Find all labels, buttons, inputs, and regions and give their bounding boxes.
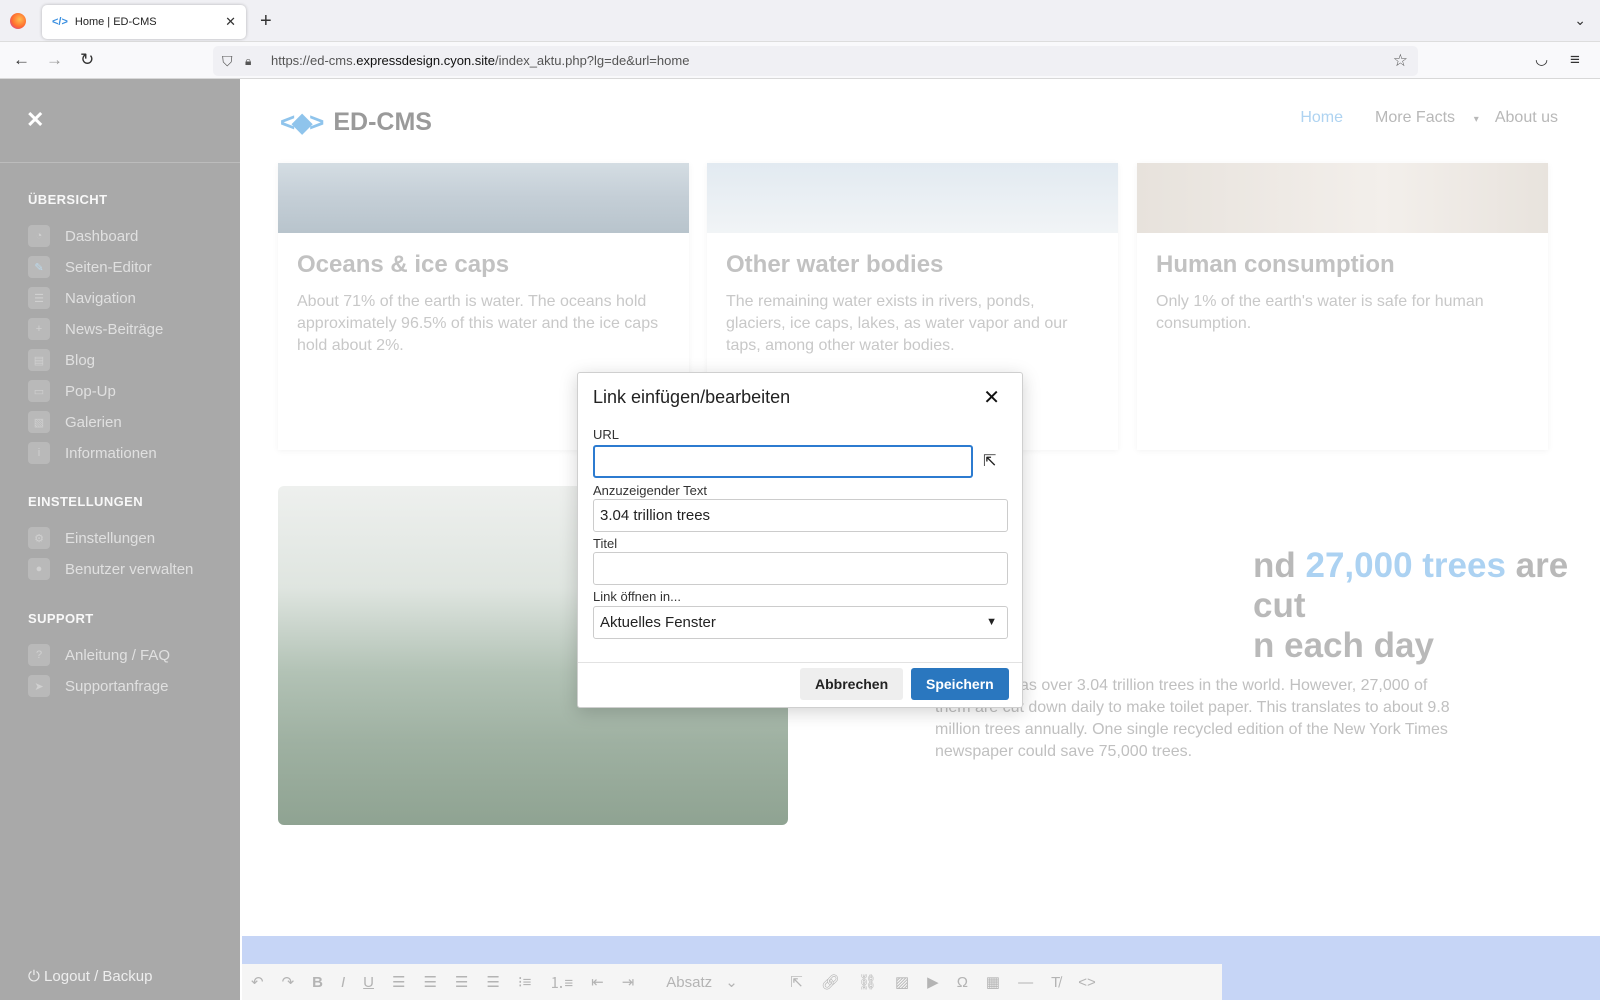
reload-icon[interactable]: ↻ [80,50,94,70]
bookmark-star-icon[interactable]: ☆ [1393,46,1408,76]
lock-icon[interactable]: 🔒︎ [245,46,251,76]
back-icon[interactable]: ← [13,50,30,70]
target-select-value: Aktuelles Fenster [600,614,716,631]
url-input[interactable] [593,445,973,478]
pocket-icon[interactable]: ◡ [1535,50,1548,70]
hamburger-menu-icon[interactable]: ≡ [1570,50,1580,70]
target-label: Link öffnen in... [593,589,681,604]
target-select[interactable]: Aktuelles Fenster ▼ [593,606,1008,639]
url-label: URL [593,427,620,442]
list-tabs-icon[interactable]: ⌄ [1574,12,1586,29]
browser-tab-strip: </> Home | ED-CMS ✕ + ⌄ [0,0,1600,42]
forward-icon[interactable]: → [46,50,63,70]
browse-link-icon[interactable]: ⇱ [983,451,996,471]
display-text-label: Anzuzeigender Text [593,483,707,498]
close-icon[interactable]: ✕ [983,385,1000,410]
title-label: Titel [593,536,618,551]
tab-title: Home | ED-CMS [74,16,157,28]
url-domain: expressdesign.cyon.site [356,53,495,68]
firefox-icon [10,13,26,29]
tab-favicon-icon: </> [52,16,68,28]
browser-toolbar: ← → ↻ ⛉ 🔒︎ https://ed-cms.expressdesign.… [0,42,1600,79]
url-path: /index_aktu.php?lg=de&url=home [495,53,690,68]
cancel-button[interactable]: Abbrechen [800,668,904,700]
title-input[interactable] [593,552,1008,585]
tab-close-icon[interactable]: ✕ [225,14,236,30]
display-text-input[interactable] [593,499,1008,532]
address-bar[interactable]: ⛉ 🔒︎ https://ed-cms.expressdesign.cyon.s… [213,46,1418,76]
chevron-down-icon: ▼ [986,616,997,628]
insert-link-dialog: Link einfügen/bearbeiten ✕ URL ⇱ Anzuzei… [577,372,1023,708]
dialog-divider [578,662,1022,663]
url-prefix: https://ed-cms. [271,53,357,68]
shield-icon[interactable]: ⛉ [222,46,233,76]
dialog-title: Link einfügen/bearbeiten [593,387,791,407]
browser-tab[interactable]: </> Home | ED-CMS ✕ [42,5,246,39]
save-button[interactable]: Speichern [911,668,1009,700]
new-tab-button[interactable]: + [260,10,272,33]
